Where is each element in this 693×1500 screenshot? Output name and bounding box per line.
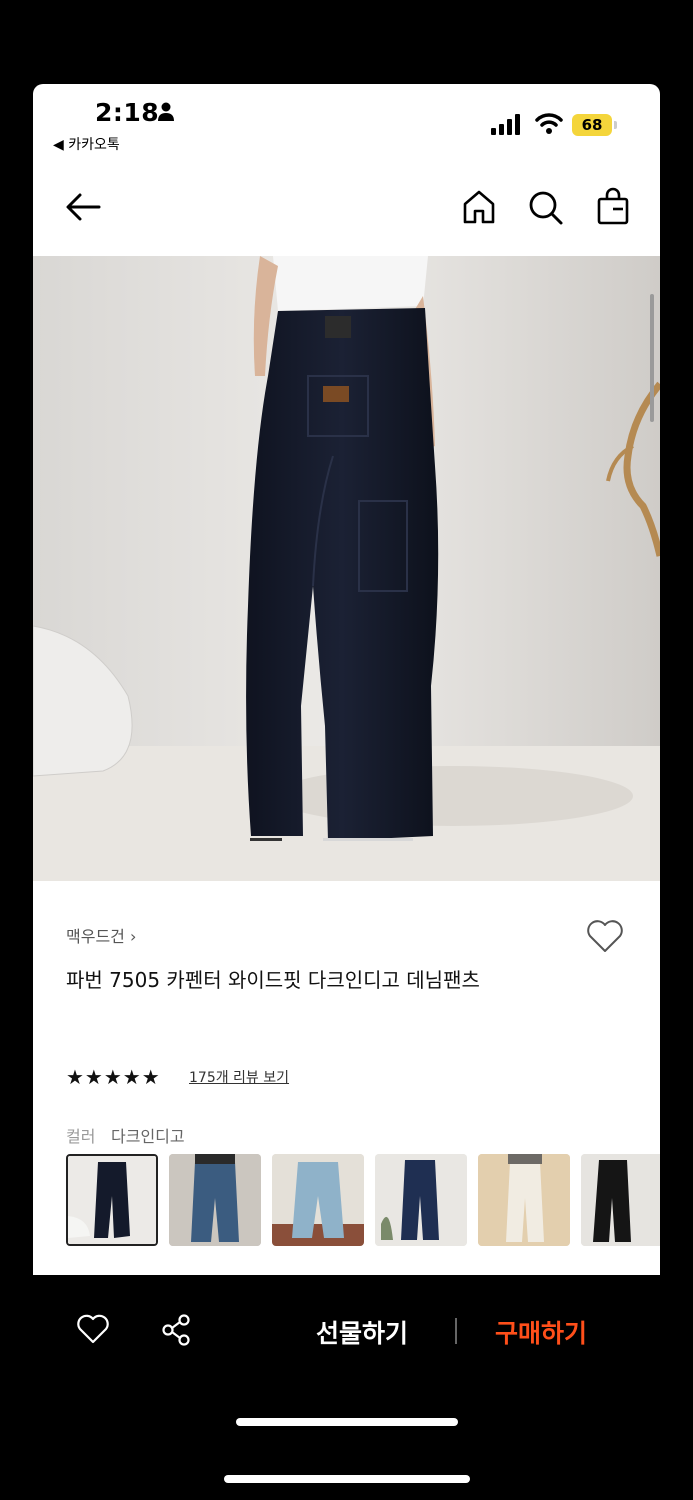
product-photo-illustration [33, 256, 660, 881]
page-scroll-indicator [650, 294, 654, 422]
home-indicator-upper [236, 1418, 458, 1426]
color-thumbnail-dark-indigo[interactable] [66, 1154, 158, 1246]
share-icon[interactable] [160, 1313, 194, 1347]
search-icon[interactable] [525, 187, 565, 227]
back-arrow-icon[interactable] [63, 187, 103, 227]
gift-button[interactable]: 선물하기 [316, 1314, 408, 1350]
color-thumbnail-beige[interactable] [478, 1154, 570, 1246]
person-icon [158, 102, 174, 121]
wifi-icon [535, 113, 563, 134]
jeans-thumb-image [68, 1156, 156, 1244]
wishlist-heart-icon[interactable] [585, 918, 625, 954]
brand-link[interactable]: 맥우드건 › [66, 923, 136, 947]
jeans-thumb-image [478, 1154, 570, 1246]
color-label: 컬러 [66, 1127, 96, 1146]
color-thumbnail-indigo[interactable] [375, 1154, 467, 1246]
battery-tip [614, 121, 617, 129]
product-title: 파번 7505 카펜터 와이드핏 다크인디고 데님팬츠 [66, 968, 480, 992]
status-time: 2:18 [95, 98, 160, 127]
rating-stars: ★★★★★ [66, 1065, 161, 1089]
home-indicator[interactable] [224, 1475, 470, 1483]
shopping-bag-icon[interactable] [593, 187, 633, 227]
cellular-signal-icon [491, 114, 520, 135]
jeans-thumb-image [375, 1154, 467, 1246]
buy-button[interactable]: 구매하기 [495, 1314, 587, 1350]
jeans-thumb-image [272, 1154, 364, 1246]
color-thumbnail-mid-blue[interactable] [169, 1154, 261, 1246]
color-thumbnail-black[interactable] [581, 1154, 660, 1246]
review-link[interactable]: 175개 리뷰 보기 [189, 1067, 289, 1087]
back-to-app-link[interactable]: ◀ 카카오톡 [53, 134, 120, 154]
home-icon[interactable] [459, 187, 499, 227]
bottom-bar-divider [455, 1318, 457, 1344]
jeans-thumb-image [169, 1154, 261, 1246]
jeans-thumb-image [581, 1154, 660, 1246]
battery-indicator: 68 [572, 114, 612, 136]
wishlist-heart-icon-bottom[interactable] [76, 1313, 110, 1345]
color-thumbnail-light-blue[interactable] [272, 1154, 364, 1246]
selected-color-value: 다크인디고 [111, 1127, 185, 1146]
app-screen: 2:18 ◀ 카카오톡 68 맥우드건 › 파번 7505 카펜터 와이드핏 다… [33, 84, 660, 1275]
product-image[interactable] [33, 256, 660, 881]
color-thumbnail-row[interactable] [66, 1154, 660, 1246]
